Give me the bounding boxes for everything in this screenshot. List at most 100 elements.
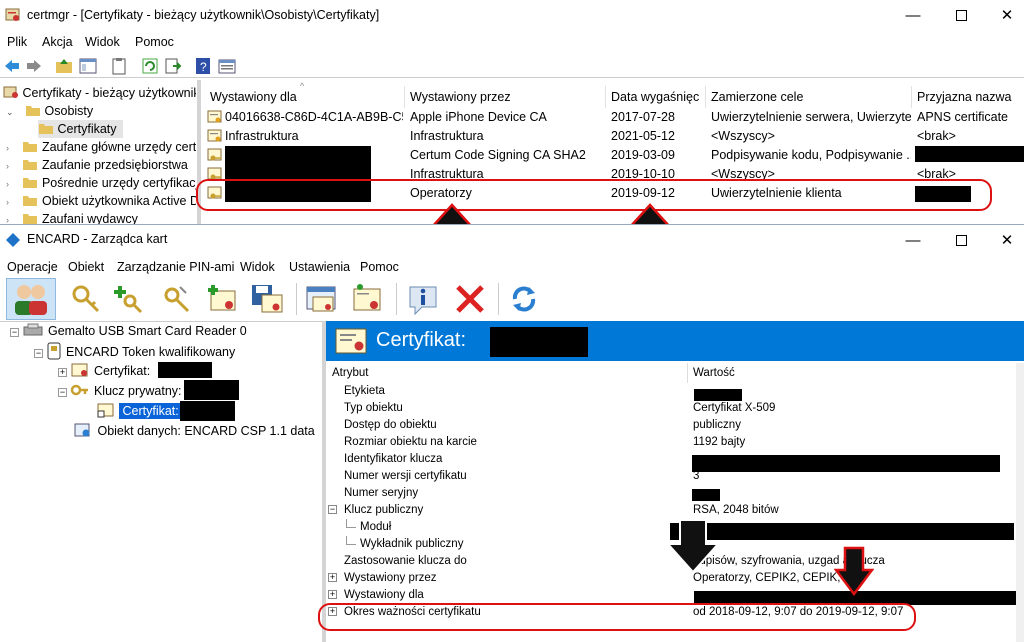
certificate-view-icon[interactable] <box>305 283 339 315</box>
tree-reader[interactable]: − Gemalto USB Smart Card Reader 0 <box>10 322 247 340</box>
property-row[interactable]: Typ obiektu Certyfikat X-509 <box>326 400 1016 417</box>
help-icon[interactable]: ? <box>195 57 211 75</box>
menu-pomoc[interactable]: Pomoc <box>135 35 174 49</box>
menu-widok[interactable]: Widok <box>85 35 120 49</box>
property-attribute: Dostęp do obiektu <box>344 419 437 431</box>
col-divider[interactable] <box>404 86 405 108</box>
menu-pomoc[interactable]: Pomoc <box>360 260 399 274</box>
menu-pin[interactable]: Zarządzanie PIN-ami <box>117 260 234 274</box>
redacted-block <box>692 455 1000 472</box>
tree-data-object[interactable]: Obiekt danych: ENCARD CSP 1.1 data <box>72 422 315 440</box>
add-key-icon[interactable] <box>112 283 144 315</box>
key-tool-icon[interactable] <box>160 283 192 315</box>
expand-icon[interactable]: + <box>58 368 67 377</box>
col-header-friendly-name[interactable]: Przyjazna nazwa <box>917 90 1012 104</box>
delete-icon[interactable] <box>453 283 487 315</box>
property-value: RSA, 2048 bitów <box>693 504 779 516</box>
annotation-arrow-down-icon <box>666 519 720 574</box>
close-button[interactable]: ✕ <box>984 225 1024 255</box>
clipboard-icon[interactable] <box>111 57 127 75</box>
tree-item-trusted-publishers[interactable]: › Zaufani wydawcy <box>6 210 138 224</box>
info-icon[interactable] <box>406 283 440 317</box>
forward-arrow-icon[interactable] <box>25 58 43 74</box>
col-header-expiration[interactable]: Data wygaśnięc <box>611 90 699 104</box>
chevron-right-icon[interactable]: › <box>6 215 9 224</box>
tree-root[interactable]: Certyfikaty - bieżący użytkownik <box>3 84 196 102</box>
minimize-button[interactable]: — <box>890 225 936 255</box>
collapse-icon[interactable]: − <box>10 328 19 337</box>
col-divider[interactable] <box>687 363 688 383</box>
menu-obiekt[interactable]: Obiekt <box>68 260 104 274</box>
certificate-link-icon <box>97 403 114 418</box>
property-row[interactable]: Etykieta <box>326 383 1016 400</box>
show-tree-icon[interactable] <box>79 57 97 75</box>
tree-token[interactable]: − ENCARD Token kwalifikowany <box>34 342 235 360</box>
menu-widok[interactable]: Widok <box>240 260 275 274</box>
tree-item-trusted-root[interactable]: › Zaufane główne urzędy certyf <box>6 138 196 156</box>
chevron-right-icon[interactable]: › <box>6 179 9 189</box>
smart-card-icon <box>47 342 61 360</box>
property-attribute: Wystawiony przez <box>344 572 437 584</box>
close-button[interactable]: ✕ <box>984 0 1024 30</box>
col-divider[interactable] <box>911 86 912 108</box>
col-header-issued-to[interactable]: Wystawiony dla <box>210 90 297 104</box>
scrollbar[interactable] <box>1016 363 1024 642</box>
export-list-icon[interactable] <box>164 57 182 75</box>
tree-item-enterprise-trust[interactable]: › Zaufanie przedsiębiorstwa <box>6 156 188 174</box>
maximize-button[interactable] <box>938 0 984 30</box>
tree-key-certificate[interactable]: Certyfikat: <box>96 402 182 420</box>
menu-plik[interactable]: Plik <box>7 35 27 49</box>
tree-item-intermediate-ca[interactable]: › Pośrednie urzędy certyfikacji <box>6 174 196 192</box>
col-header-issued-by[interactable]: Wystawiony przez <box>410 90 511 104</box>
certificate-import-icon[interactable] <box>350 283 384 315</box>
encard-app-icon <box>6 233 20 247</box>
menu-operacje[interactable]: Operacje <box>7 260 58 274</box>
col-header-attribute[interactable]: Atrybut <box>332 365 368 382</box>
property-row[interactable]: − Klucz publiczny RSA, 2048 bitów <box>326 502 1016 519</box>
chevron-right-icon[interactable]: › <box>6 197 9 207</box>
save-certificate-icon[interactable] <box>250 283 284 315</box>
collapse-icon[interactable]: − <box>328 505 337 514</box>
col-divider[interactable] <box>705 86 706 108</box>
cell-issued-to: 04016638-C86D-4C1A-AB9B-C5E... <box>225 110 403 124</box>
minimize-button[interactable]: — <box>890 0 936 30</box>
table-row[interactable]: Certum Code Signing CA SHA2 2019-03-09 P… <box>202 146 1024 167</box>
refresh-icon[interactable] <box>507 283 541 315</box>
chevron-right-icon[interactable]: › <box>6 161 9 171</box>
properties-view-icon[interactable] <box>218 57 236 75</box>
chevron-down-icon[interactable]: ⌄ <box>6 107 14 117</box>
menu-ustawienia[interactable]: Ustawienia <box>289 260 350 274</box>
expand-icon[interactable]: + <box>328 590 337 599</box>
property-row[interactable]: Numer seryjny <box>326 485 1016 502</box>
tree-private-key[interactable]: − Klucz prywatny: <box>58 382 182 400</box>
expand-icon[interactable]: + <box>328 573 337 582</box>
table-row[interactable]: Infrastruktura Infrastruktura 2021-05-12… <box>202 127 1024 146</box>
encard-tree: − Gemalto USB Smart Card Reader 0 − ENCA… <box>0 321 322 642</box>
up-folder-icon[interactable] <box>55 57 73 75</box>
collapse-icon[interactable]: − <box>34 349 43 358</box>
users-button[interactable] <box>6 278 56 320</box>
tree-item-ad-user-object[interactable]: › Obiekt użytkownika Active Dir <box>6 192 196 210</box>
tree-item-certyfikaty[interactable]: Certyfikaty <box>38 120 123 138</box>
property-attribute: Numer wersji certyfikatu <box>344 470 467 482</box>
property-attribute: Zastosowanie klucza do <box>344 555 467 567</box>
key-search-icon[interactable] <box>70 283 102 315</box>
tree-item-osobisty[interactable]: ⌄ Osobisty <box>6 102 93 120</box>
chevron-right-icon[interactable]: › <box>6 143 9 153</box>
col-header-purposes[interactable]: Zamierzone cele <box>711 90 803 104</box>
collapse-icon[interactable]: − <box>58 388 67 397</box>
maximize-button[interactable] <box>938 225 984 255</box>
col-divider[interactable] <box>605 86 606 108</box>
refresh-icon[interactable] <box>141 57 159 75</box>
col-header-value[interactable]: Wartość <box>693 365 735 382</box>
close-icon: ✕ <box>1000 232 1014 249</box>
property-row[interactable]: Dostęp do obiektu publiczny <box>326 417 1016 434</box>
table-row[interactable]: 04016638-C86D-4C1A-AB9B-C5E... Apple iPh… <box>202 108 1024 127</box>
menu-akcja[interactable]: Akcja <box>42 35 73 49</box>
encard-titlebar[interactable]: ENCARD - Zarządca kart — ✕ <box>0 225 1024 255</box>
certmgr-titlebar[interactable]: certmgr - [Certyfikaty - bieżący użytkow… <box>0 0 1024 30</box>
back-arrow-icon[interactable] <box>3 58 21 74</box>
add-certificate-icon[interactable] <box>205 283 239 315</box>
property-row[interactable]: Rozmiar obiektu na karcie 1192 bajty <box>326 434 1016 451</box>
tree-certificate[interactable]: + Certyfikat: <box>58 362 150 380</box>
